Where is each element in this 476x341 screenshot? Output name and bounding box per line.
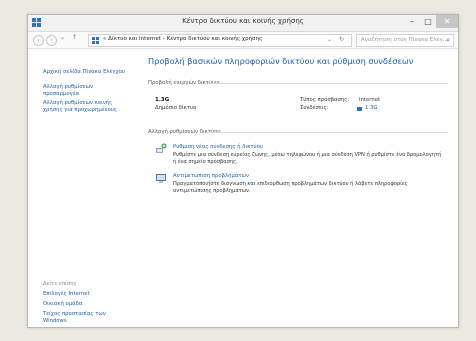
minimize-button[interactable]: –: [404, 15, 420, 28]
divider: [210, 83, 448, 84]
address-dropdown-icon[interactable]: ⌄: [327, 36, 332, 43]
sidebar: Αρχική σελίδα Πίνακα Ελέγχου Αλλαγή ρυθμ…: [28, 49, 138, 327]
access-type-label: Τύπος πρόσβασης:: [300, 97, 350, 103]
forward-button[interactable]: ›: [46, 35, 57, 46]
search-placeholder: Αναζήτηση στον Πίνακα Ελέγ...: [361, 37, 448, 43]
search-icon[interactable]: ⌕: [446, 36, 450, 45]
troubleshoot-icon: [156, 174, 166, 183]
breadcrumb[interactable]: « Δίκτυο και Internet › Κέντρο δικτύου κ…: [103, 36, 262, 42]
address-field[interactable]: « Δίκτυο και Internet › Κέντρο δικτύου κ…: [88, 34, 352, 47]
page-title: Προβολή βασικών πληροφοριών δικτύου και …: [148, 56, 414, 66]
window-controls: – □ ✕: [404, 15, 458, 29]
refresh-icon[interactable]: ↻: [339, 36, 344, 43]
address-bar: ‹ › ⌄ ↑ « Δίκτυο και Internet › Κέντρο δ…: [28, 32, 458, 49]
recent-locations-icon[interactable]: ⌄: [60, 34, 65, 41]
task-new-connection-link[interactable]: Ρύθμιση νέας σύνδεσης ή δικτύου: [173, 144, 263, 150]
connections-label: Συνδέσεις:: [300, 105, 329, 111]
sidebar-item-homegroup[interactable]: Οικιακή ομάδα: [43, 301, 82, 308]
network-name: 1.3G: [155, 97, 170, 103]
title-bar: Κέντρο δικτύου και κοινής χρήσης – □ ✕: [28, 15, 458, 32]
search-input[interactable]: Αναζήτηση στον Πίνακα Ελέγ... ⌕: [356, 34, 454, 47]
divider: [208, 132, 448, 133]
sidebar-item-adapter-settings[interactable]: Αλλαγή ρυθμίσεων προσαρμογέα: [43, 84, 123, 98]
see-also-heading: Δείτε επίσης: [43, 281, 77, 287]
up-button[interactable]: ↑: [72, 34, 77, 41]
connection-link[interactable]: 1.3G: [365, 105, 378, 111]
sidebar-item-internet-options[interactable]: Επιλογές Internet: [43, 291, 90, 298]
close-button[interactable]: ✕: [436, 15, 458, 28]
new-connection-icon: [156, 143, 167, 153]
maximize-button[interactable]: □: [420, 15, 436, 28]
control-panel-icon: [92, 37, 99, 44]
access-type-value: Internet: [359, 97, 381, 103]
task-troubleshoot-desc: Πραγματοποιήστε διάγνωση και επιδιόρθωση…: [173, 181, 408, 194]
task-new-connection-desc: Ρυθμίστε μια σύνδεση ευρείας ζώνης, μέσω…: [173, 152, 442, 165]
signal-icon: [357, 104, 362, 111]
task-troubleshoot-link[interactable]: Αντιμετώπιση προβλημάτων: [173, 173, 249, 179]
sidebar-item-firewall[interactable]: Τείχος προστασίας των Windows: [43, 311, 113, 325]
sidebar-home-link[interactable]: Αρχική σελίδα Πίνακα Ελέγχου: [43, 69, 125, 76]
window-title: Κέντρο δικτύου και κοινής χρήσης: [182, 17, 304, 25]
network-type: Δημόσιο δίκτυο: [155, 105, 197, 111]
control-panel-window: Κέντρο δικτύου και κοινής χρήσης – □ ✕ ‹…: [27, 14, 459, 328]
back-button[interactable]: ‹: [33, 35, 44, 46]
active-networks-heading: Προβολή ενεργών δικτύων: [148, 80, 220, 86]
sidebar-item-sharing-settings[interactable]: Αλλαγή ρυθμίσεων κοινής χρήσης για προχω…: [43, 100, 133, 114]
main-content: Προβολή βασικών πληροφοριών δικτύου και …: [148, 49, 453, 327]
